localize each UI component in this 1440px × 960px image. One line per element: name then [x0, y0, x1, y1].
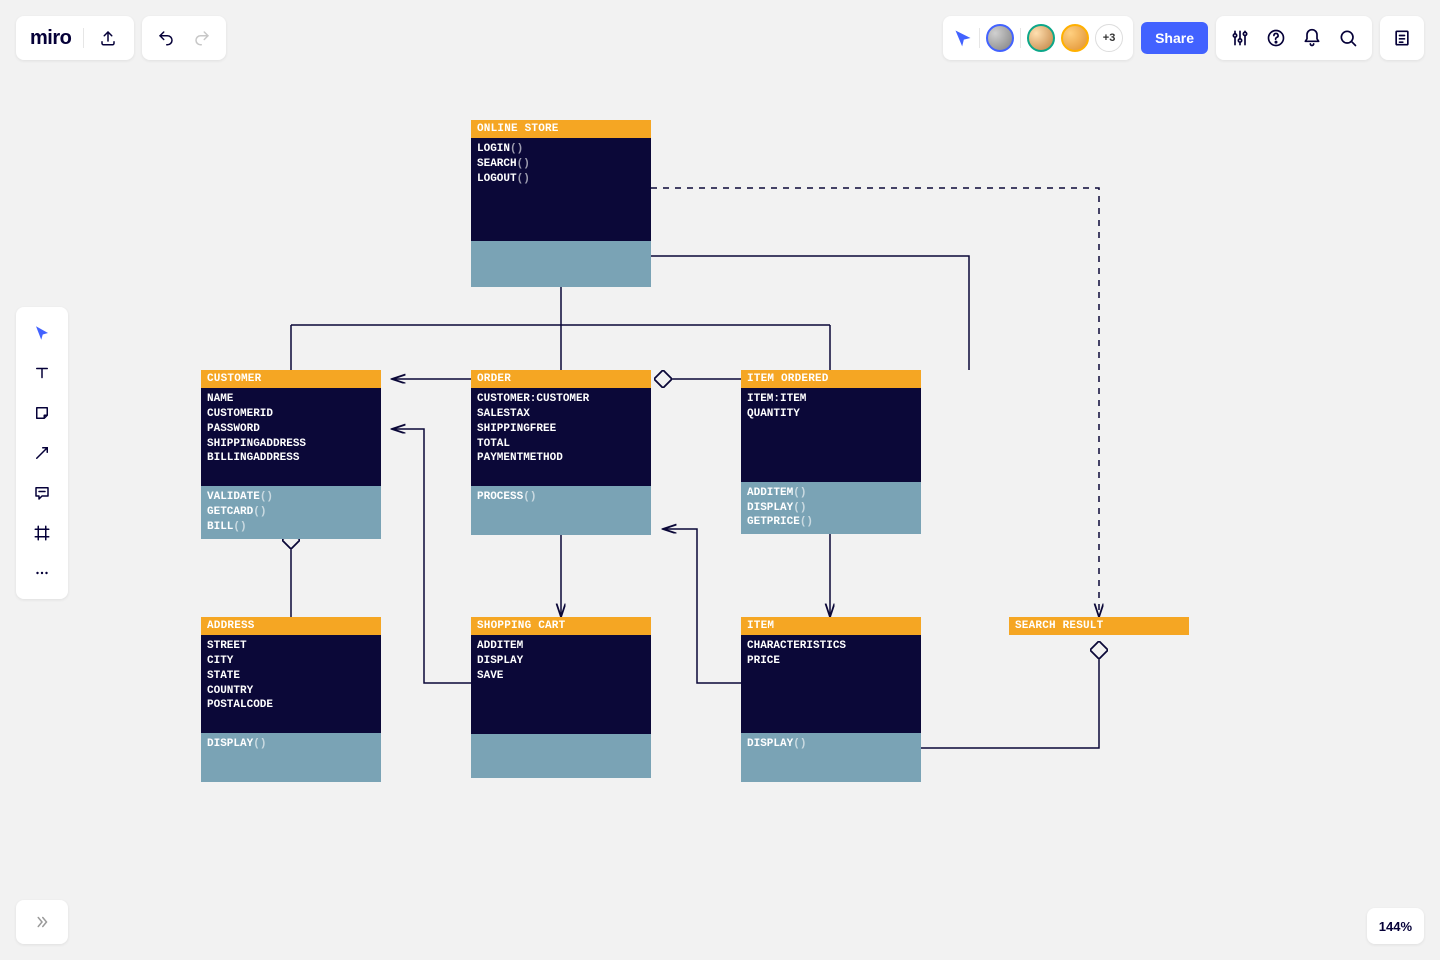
entity-title: ITEM	[741, 617, 921, 635]
zoom-indicator[interactable]: 144%	[1367, 908, 1424, 944]
avatar-more[interactable]: +3	[1095, 24, 1123, 52]
separator	[83, 28, 84, 48]
separator	[979, 28, 980, 48]
avatar[interactable]	[1027, 24, 1055, 52]
entity-title: ORDER	[471, 370, 651, 388]
select-tool-icon[interactable]	[20, 313, 64, 353]
entity-search-result[interactable]: SEARCH RESULT	[1009, 617, 1189, 635]
help-icon[interactable]	[1258, 20, 1294, 56]
entity-shopping-cart[interactable]: SHOPPING CART ADDITEM DISPLAY SAVE	[471, 617, 651, 778]
notes-button[interactable]	[1380, 16, 1424, 60]
entity-title: ADDRESS	[201, 617, 381, 635]
sticky-tool-icon[interactable]	[20, 393, 64, 433]
undo-icon[interactable]	[150, 22, 182, 54]
entity-online-store[interactable]: ONLINE STORE LOGIN() SEARCH() LOGOUT()	[471, 120, 651, 287]
entity-title: SHOPPING CART	[471, 617, 651, 635]
entity-title: SEARCH RESULT	[1009, 617, 1189, 635]
collab-card: +3	[943, 16, 1133, 60]
actions-card	[1216, 16, 1372, 60]
entity-title: CUSTOMER	[201, 370, 381, 388]
more-tools-icon[interactable]	[20, 553, 64, 593]
collapse-button[interactable]	[16, 900, 68, 944]
bell-icon[interactable]	[1294, 20, 1330, 56]
settings-icon[interactable]	[1222, 20, 1258, 56]
share-button[interactable]: Share	[1141, 22, 1208, 54]
arrow-tool-icon[interactable]	[20, 433, 64, 473]
entity-customer[interactable]: CUSTOMER NAME CUSTOMERID PASSWORD SHIPPI…	[201, 370, 381, 539]
avatar[interactable]	[986, 24, 1014, 52]
separator	[1020, 28, 1021, 48]
canvas[interactable]: ONLINE STORE LOGIN() SEARCH() LOGOUT() C…	[0, 0, 1440, 960]
app-logo[interactable]: miro	[30, 27, 71, 50]
avatar[interactable]	[1061, 24, 1089, 52]
zoom-label: 144%	[1379, 919, 1412, 934]
entity-item-ordered[interactable]: ITEM ORDERED ITEM:ITEM QUANTITY ADDITEM(…	[741, 370, 921, 534]
text-tool-icon[interactable]	[20, 353, 64, 393]
search-icon[interactable]	[1330, 20, 1366, 56]
entity-item[interactable]: ITEM CHARACTERISTICS PRICE DISPLAY()	[741, 617, 921, 782]
comment-tool-icon[interactable]	[20, 473, 64, 513]
entity-title: ITEM ORDERED	[741, 370, 921, 388]
redo-icon[interactable]	[186, 22, 218, 54]
frame-tool-icon[interactable]	[20, 513, 64, 553]
cursor-icon[interactable]	[953, 28, 973, 48]
entity-order[interactable]: ORDER CUSTOMER:CUSTOMER SALESTAX SHIPPIN…	[471, 370, 651, 535]
left-toolbar	[16, 307, 68, 599]
export-icon[interactable]	[96, 26, 120, 50]
history-card	[142, 16, 226, 60]
entity-address[interactable]: ADDRESS STREET CITY STATE COUNTRY POSTAL…	[201, 617, 381, 782]
logo-card: miro	[16, 16, 134, 60]
entity-title: ONLINE STORE	[471, 120, 651, 138]
